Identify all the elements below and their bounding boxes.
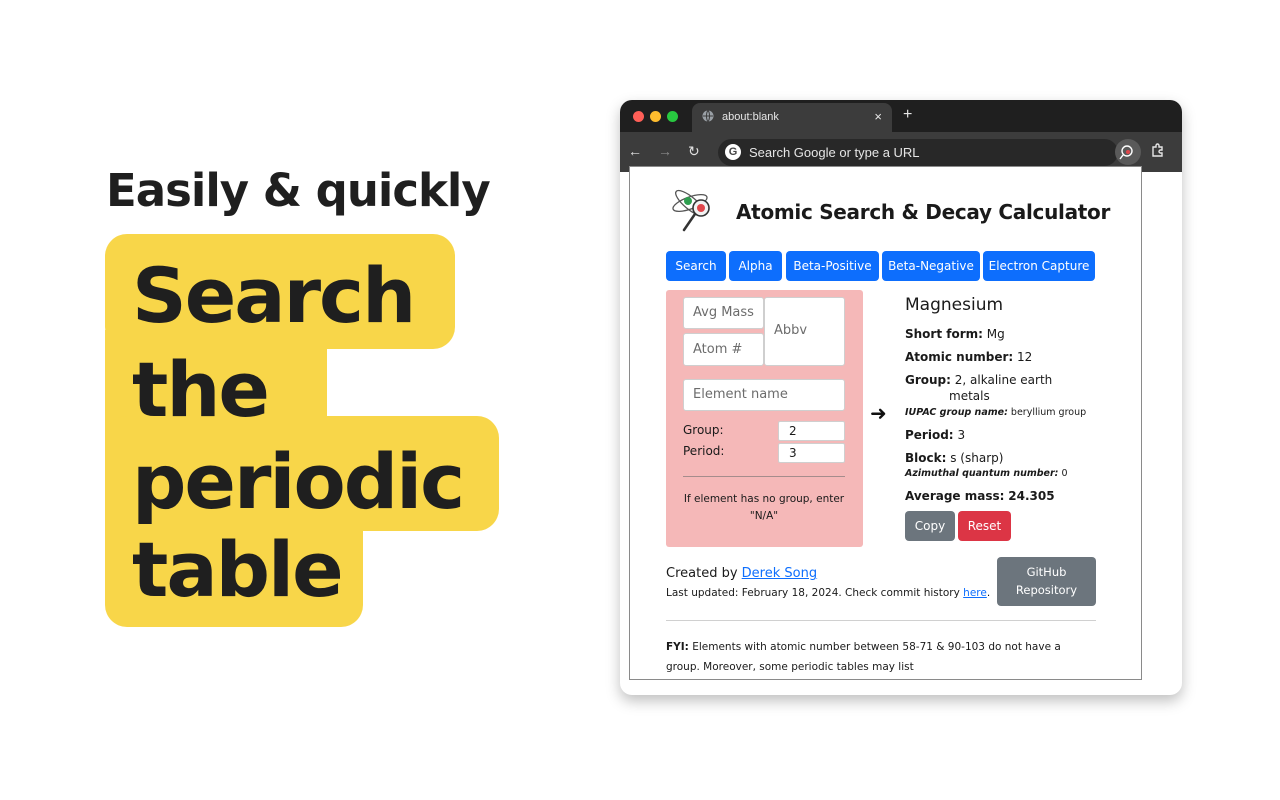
no-group-note: If element has no group, enter "N/A" [683, 493, 845, 522]
atomic-extension-button[interactable] [1115, 139, 1141, 165]
created-by: Created by Derek Song [666, 566, 818, 581]
app-title: Atomic Search & Decay Calculator [736, 200, 1111, 224]
element-name: Magnesium [905, 295, 1004, 315]
minimize-window-button[interactable] [650, 111, 661, 122]
arrow-right-icon: ➜ [870, 401, 887, 425]
atom-magnifier-logo [672, 189, 710, 232]
reset-button[interactable]: Reset [958, 511, 1011, 541]
back-button[interactable]: ← [628, 143, 642, 159]
github-repository-button[interactable]: GitHub Repository [997, 557, 1096, 606]
abbreviation-input[interactable]: Abbv [764, 297, 845, 366]
block-row: Block: s (sharp) [905, 451, 1004, 465]
search-panel: Avg Mass Abbv Atom # Element name Group:… [666, 290, 863, 547]
maximize-window-button[interactable] [667, 111, 678, 122]
atomic-number-input[interactable]: Atom # [683, 333, 764, 366]
address-bar-placeholder: Search Google or type a URL [749, 145, 920, 160]
globe-icon [702, 110, 714, 122]
average-mass-row: Average mass: 24.305 [905, 489, 1055, 503]
new-tab-button[interactable]: + [903, 106, 912, 124]
browser-tab[interactable]: about:blank × [692, 103, 892, 132]
browser-window: about:blank × + ← → ↻ G Search Google or… [620, 100, 1182, 695]
fyi-note: FYI: Elements with atomic number between… [666, 641, 1061, 673]
copy-button[interactable]: Copy [905, 511, 955, 541]
commit-history-link[interactable]: here [963, 587, 987, 599]
tab-title: about:blank [722, 111, 779, 123]
short-form-row: Short form: Mg [905, 327, 1005, 341]
group-input[interactable]: 2 [778, 421, 845, 441]
reload-button[interactable]: ↻ [688, 143, 700, 160]
mode-button-alpha[interactable]: Alpha [729, 251, 782, 281]
group-row: Group: 2, alkaline earth [905, 373, 1053, 387]
promo-headline-line1: Search [132, 251, 416, 340]
mode-button-search[interactable]: Search [666, 251, 726, 281]
mode-button-electron-capture[interactable]: Electron Capture [983, 251, 1095, 281]
period-label: Period: [683, 444, 725, 458]
close-window-button[interactable] [633, 111, 644, 122]
divider [683, 476, 845, 477]
element-name-input[interactable]: Element name [683, 379, 845, 411]
mode-button-beta-positive[interactable]: Beta-Positive [786, 251, 879, 281]
extension-popup: Atomic Search & Decay Calculator Search … [629, 166, 1142, 680]
promo-headline-line2: the [132, 345, 270, 434]
divider [666, 620, 1096, 621]
iupac-group-row: IUPAC group name: beryllium group [905, 407, 1087, 418]
group-row-cont: metals [949, 389, 990, 403]
promo-subhead: Easily & quickly [106, 164, 491, 217]
group-label: Group: [683, 423, 724, 437]
azimuthal-row: Azimuthal quantum number: 0 [905, 468, 1068, 479]
avg-mass-input[interactable]: Avg Mass [683, 297, 764, 329]
period-row: Period: 3 [905, 428, 966, 442]
promo-headline-line4: table [132, 525, 344, 614]
atomic-number-row: Atomic number: 12 [905, 350, 1033, 364]
extensions-puzzle-icon[interactable] [1150, 142, 1166, 161]
atomic-extension-icon [1119, 145, 1133, 160]
mode-button-beta-negative[interactable]: Beta-Negative [882, 251, 980, 281]
tab-strip: about:blank × + [620, 100, 1182, 132]
promo-headline-line3: periodic [132, 437, 465, 526]
last-updated: Last updated: February 18, 2024. Check c… [666, 587, 991, 599]
forward-button[interactable]: → [658, 143, 672, 159]
address-bar[interactable]: G Search Google or type a URL [718, 139, 1118, 166]
google-icon: G [725, 144, 741, 160]
tab-close-icon[interactable]: × [874, 109, 882, 124]
period-input[interactable]: 3 [778, 443, 845, 463]
author-link[interactable]: Derek Song [742, 566, 817, 581]
